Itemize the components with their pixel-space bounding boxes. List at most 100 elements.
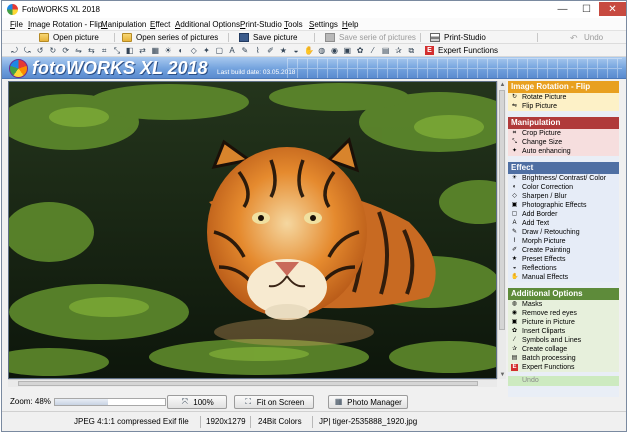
resize-icon[interactable]: ⤡ <box>112 46 121 55</box>
panel-item[interactable]: ✋ Manual Effects <box>508 273 619 282</box>
eye-icon[interactable]: ◉ <box>330 46 339 55</box>
mirror-icon[interactable]: ⇆ <box>87 46 96 55</box>
undo-button[interactable]: ↶ Undo <box>570 32 603 43</box>
open-picture-button[interactable]: Open picture <box>39 32 99 43</box>
panel-item[interactable]: ☀ Brightness/ Contrast/ Color <box>508 174 619 183</box>
clipart-icon[interactable]: ✿ <box>356 46 365 55</box>
menu-manipulation[interactable]: Manipulation <box>99 19 148 30</box>
panel-item[interactable]: ▣ Picture in Picture <box>508 318 619 327</box>
panel-item[interactable]: ▢ Add Border <box>508 210 619 219</box>
panel-section-title[interactable]: Additional Options <box>508 288 619 300</box>
menu-tools[interactable]: Tools <box>282 19 305 30</box>
save-series-button[interactable]: Save serie of pictures <box>325 32 416 43</box>
panel-item[interactable]: ◍ Masks <box>508 300 619 309</box>
adjust-icon[interactable]: ☀ <box>164 46 173 55</box>
preset-icon[interactable]: ★ <box>279 46 288 55</box>
panel-item[interactable]: ✦ Auto enhancing <box>508 147 619 156</box>
menu-file[interactable]: File <box>8 19 25 30</box>
panel-undo-button[interactable]: Undo <box>508 376 619 386</box>
manual-icon[interactable]: ✋ <box>304 46 314 55</box>
batch-icon[interactable]: ⧉ <box>407 46 416 55</box>
panel-item[interactable]: ✐ Create Painting <box>508 246 619 255</box>
expert-functions-button[interactable]: E Expert Functions <box>425 45 498 56</box>
menu-settings[interactable]: Settings <box>307 19 340 30</box>
menu-additional-options[interactable]: Additional Options <box>173 19 242 30</box>
preset-icon: ★ <box>511 256 518 262</box>
scroll-up-icon[interactable]: ▲ <box>498 81 507 89</box>
zoom-bar: Zoom: 48% ⤧ 100% ⛶ Fit on Screen ▦ Photo… <box>2 393 506 411</box>
symbols-icon: ⁄ <box>513 337 515 343</box>
refresh-icon[interactable]: ⟳ <box>61 46 70 55</box>
fit-on-screen-button[interactable]: ⛶ Fit on Screen <box>234 395 314 409</box>
save-picture-button[interactable]: Save picture <box>239 32 297 43</box>
grid-icon[interactable]: ▦ <box>151 46 160 55</box>
zoom-100-button[interactable]: ⤧ 100% <box>167 395 227 409</box>
maximize-button[interactable]: ☐ <box>575 2 598 16</box>
status-dimensions: 1920x1279 <box>206 417 246 426</box>
image-canvas[interactable] <box>8 81 497 379</box>
panel-item[interactable]: ▣ Photographic Effects <box>508 201 619 210</box>
zoom-slider[interactable] <box>54 398 166 406</box>
panel-item[interactable]: ⌗ Crop Picture <box>508 129 619 138</box>
panel-item[interactable]: ✎ Draw / Retouching <box>508 228 619 237</box>
panel-item[interactable]: ⇋ Flip Picture <box>508 102 619 111</box>
morph-icon[interactable]: ⌇ <box>253 46 262 55</box>
horizontal-scrollbar[interactable] <box>8 379 497 387</box>
symbols-icon[interactable]: ⁄ <box>368 46 377 55</box>
panel-section-title[interactable]: Manipulation <box>508 117 619 129</box>
minimize-button[interactable]: — <box>551 2 574 16</box>
panel-item[interactable]: ◒ Reflections <box>508 264 619 273</box>
rotate-cw-icon[interactable]: ↻ <box>48 46 57 55</box>
print-studio-button[interactable]: Print-Studio <box>430 32 486 43</box>
panel-section-eff: Effect ☀ Brightness/ Contrast/ Color ◐ Color… <box>508 162 619 282</box>
resize-icon: ⤡ <box>512 139 517 145</box>
swap-icon[interactable]: ⇄ <box>138 46 147 55</box>
fill-icon[interactable]: ◧ <box>125 46 134 55</box>
reflect-icon[interactable]: ◒ <box>292 46 301 55</box>
mask-icon[interactable]: ◍ <box>317 46 326 55</box>
panel-item[interactable]: ↻ Rotate Picture <box>508 93 619 102</box>
menu-image-rotation[interactable]: Image Rotation - Flip <box>26 19 104 30</box>
photo-effect-icon[interactable]: ✦ <box>202 46 211 55</box>
crop-icon[interactable]: ⌗ <box>100 46 109 55</box>
pip-icon[interactable]: ▣ <box>343 46 352 55</box>
open-series-button[interactable]: Open series of pictures <box>122 32 218 43</box>
scroll-down-icon[interactable]: ▼ <box>498 371 507 379</box>
sharpen-icon[interactable]: ◇ <box>189 46 198 55</box>
contrast-icon[interactable]: ◐ <box>176 46 185 55</box>
star-icon[interactable]: ✰ <box>394 46 403 55</box>
rotate-icon: ↻ <box>511 94 518 100</box>
collage-icon[interactable]: ▤ <box>381 46 390 55</box>
panel-item[interactable]: ⌇ Morph Picture <box>508 237 619 246</box>
panel-item[interactable]: ★ Preset Effects <box>508 255 619 264</box>
panel-item[interactable]: ◉ Remove red eyes <box>508 309 619 318</box>
panel-item[interactable]: ⤡ Change Size <box>508 138 619 147</box>
rotate-right-icon[interactable]: ⤿ <box>23 46 32 55</box>
panel-item[interactable]: ◇ Sharpen / Blur <box>508 192 619 201</box>
panel-item[interactable]: ✿ Insert Cliparts <box>508 327 619 336</box>
panel-item[interactable]: A Add Text <box>508 219 619 228</box>
panel-item[interactable]: E Expert Functions <box>508 363 619 372</box>
menu-effect[interactable]: Effect <box>148 19 172 30</box>
menu-print-studio[interactable]: Print-Studio <box>238 19 284 30</box>
panel-item[interactable]: ▤ Batch processing <box>508 354 619 363</box>
panel-item-label: Brightness/ Contrast/ Color <box>522 175 607 182</box>
rotate-ccw-icon[interactable]: ↺ <box>36 46 45 55</box>
menu-help[interactable]: Help <box>340 19 360 30</box>
sharpen-icon: ◇ <box>512 193 517 199</box>
panel-item[interactable]: ◐ Color Correction <box>508 183 619 192</box>
panel-item[interactable]: ⁄ Symbols and Lines <box>508 336 619 345</box>
close-button[interactable]: ✕ <box>599 2 626 16</box>
border-icon[interactable]: ▢ <box>215 46 224 55</box>
panel-section-title[interactable]: Image Rotation - Flip <box>508 81 619 93</box>
photo-manager-button[interactable]: ▦ Photo Manager <box>328 395 408 409</box>
panel-section-title[interactable]: Effect <box>508 162 619 174</box>
paint-icon[interactable]: ✐ <box>266 46 275 55</box>
draw-icon: ✎ <box>511 229 518 235</box>
rotate-left-icon[interactable]: ⤾ <box>10 46 19 55</box>
draw-icon[interactable]: ✎ <box>240 46 249 55</box>
flip-icon[interactable]: ⇋ <box>74 46 83 55</box>
panel-item[interactable]: ✰ Create collage <box>508 345 619 354</box>
vertical-scrollbar[interactable]: ▲ ▼ <box>497 81 506 379</box>
text-icon[interactable]: A <box>228 46 237 55</box>
